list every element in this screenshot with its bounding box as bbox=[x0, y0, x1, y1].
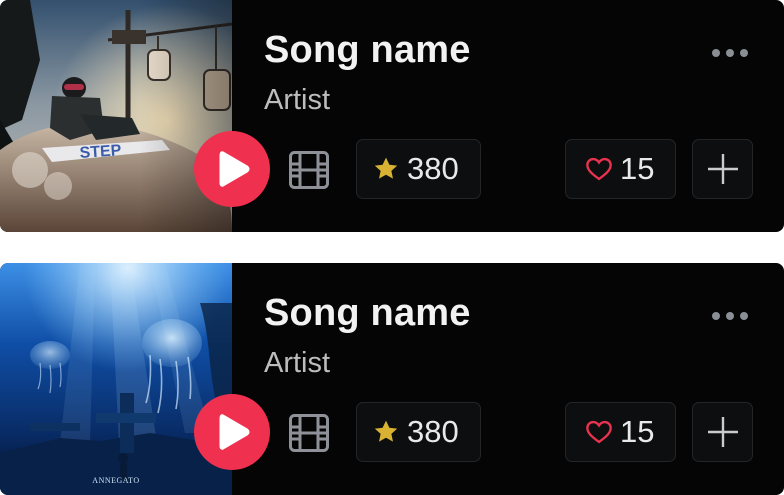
like-button[interactable]: 15 bbox=[565, 402, 676, 462]
like-button[interactable]: 15 bbox=[565, 139, 676, 199]
like-count: 15 bbox=[620, 414, 655, 449]
heart-icon bbox=[586, 420, 612, 444]
rating-button[interactable]: 380 bbox=[356, 402, 481, 462]
film-icon bbox=[289, 151, 329, 189]
more-dots-icon bbox=[712, 312, 720, 320]
artist-name[interactable]: Artist bbox=[264, 82, 330, 118]
song-card: ANNEGATO Song name Artist 380 15 bbox=[0, 263, 784, 495]
more-dots-icon bbox=[726, 49, 734, 57]
video-button[interactable] bbox=[288, 150, 330, 190]
film-icon bbox=[289, 414, 329, 452]
video-button[interactable] bbox=[288, 413, 330, 453]
song-title[interactable]: Song name bbox=[264, 291, 471, 335]
plus-icon bbox=[707, 417, 738, 447]
more-dots-icon bbox=[740, 49, 748, 57]
play-icon bbox=[219, 151, 250, 187]
play-button[interactable] bbox=[194, 394, 270, 470]
artist-name[interactable]: Artist bbox=[264, 345, 330, 381]
star-icon bbox=[374, 157, 398, 179]
add-button[interactable] bbox=[692, 139, 753, 199]
play-icon bbox=[219, 414, 250, 450]
more-options-button[interactable] bbox=[712, 44, 748, 62]
plus-icon bbox=[707, 154, 738, 184]
more-dots-icon bbox=[726, 312, 734, 320]
like-count: 15 bbox=[620, 151, 655, 186]
artwork-caption: ANNEGATO bbox=[92, 476, 139, 485]
more-dots-icon bbox=[740, 312, 748, 320]
rating-count: 380 bbox=[407, 414, 459, 449]
add-button[interactable] bbox=[692, 402, 753, 462]
play-button[interactable] bbox=[194, 131, 270, 207]
rating-count: 380 bbox=[407, 151, 459, 186]
star-icon bbox=[374, 420, 398, 442]
song-title[interactable]: Song name bbox=[264, 28, 471, 72]
rating-button[interactable]: 380 bbox=[356, 139, 481, 199]
more-options-button[interactable] bbox=[712, 307, 748, 325]
song-card: STEP Song name Artist bbox=[0, 0, 784, 232]
heart-icon bbox=[586, 157, 612, 181]
more-dots-icon bbox=[712, 49, 720, 57]
